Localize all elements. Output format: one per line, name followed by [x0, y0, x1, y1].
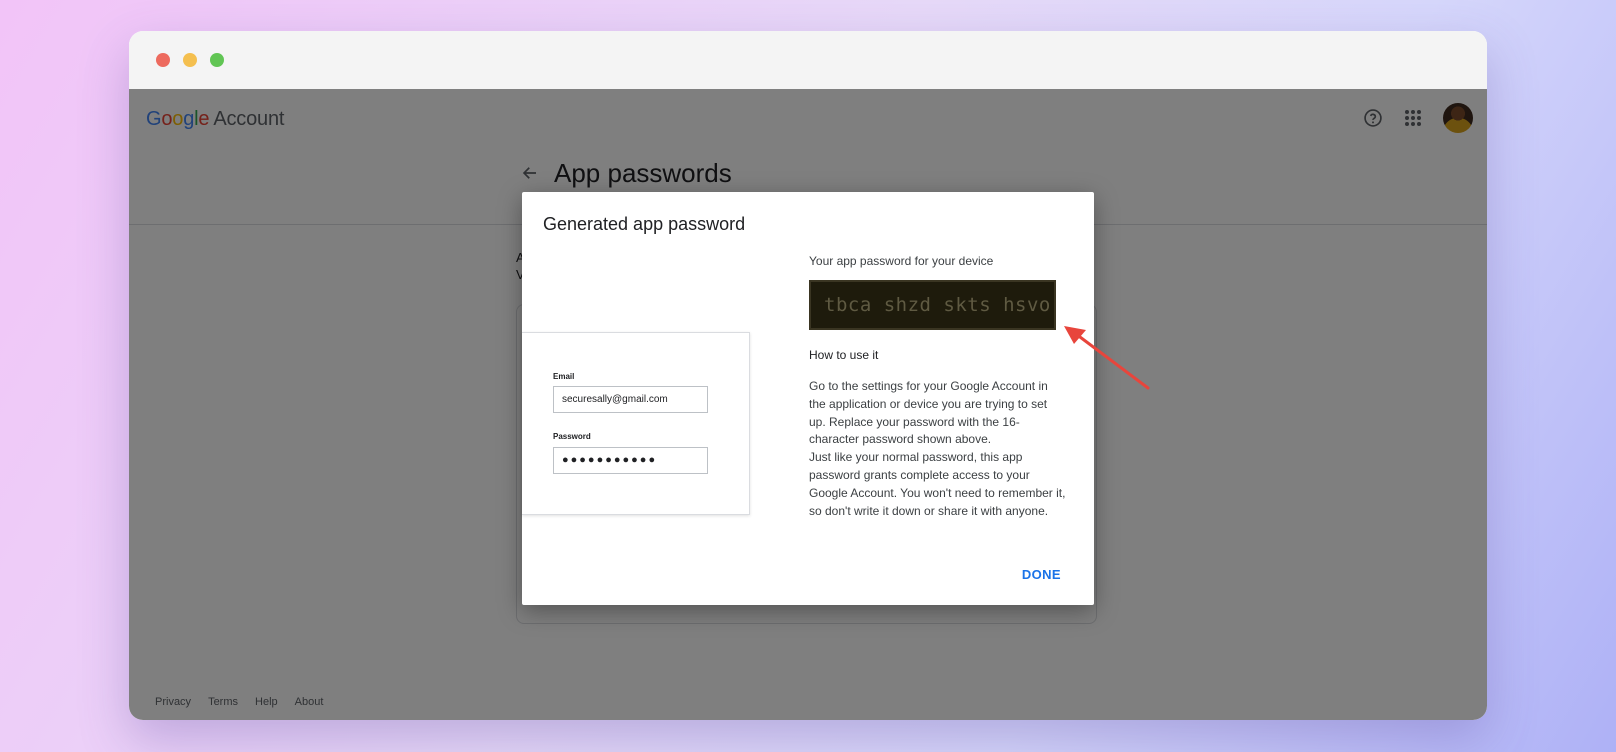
app-password-value[interactable]: tbca shzd skts hsvo	[809, 280, 1056, 330]
illustration-password-field: ●●●●●●●●●●●	[553, 447, 708, 474]
app-password-label: Your app password for your device	[809, 254, 994, 268]
window-titlebar	[129, 31, 1487, 89]
done-button[interactable]: DONE	[1022, 567, 1061, 582]
login-illustration: Email securesally@gmail.com Password ●●●…	[522, 332, 750, 515]
minimize-window-button[interactable]	[183, 53, 197, 67]
illustration-password-label: Password	[553, 432, 591, 441]
browser-window: GoogleAccount App passwords A V	[129, 31, 1487, 720]
generated-app-password-dialog: Generated app password Email securesally…	[522, 192, 1094, 605]
illustration-email-label: Email	[553, 372, 575, 381]
annotation-arrow-icon	[1064, 326, 1150, 390]
password-info-column: Your app password for your device tbca s…	[809, 254, 1074, 520]
maximize-window-button[interactable]	[210, 53, 224, 67]
how-to-use-heading: How to use it	[809, 348, 879, 362]
how-to-use-text: Go to the settings for your Google Accou…	[809, 379, 1066, 518]
close-window-button[interactable]	[156, 53, 170, 67]
illustration-email-field: securesally@gmail.com	[553, 386, 708, 413]
dialog-title: Generated app password	[543, 214, 746, 234]
